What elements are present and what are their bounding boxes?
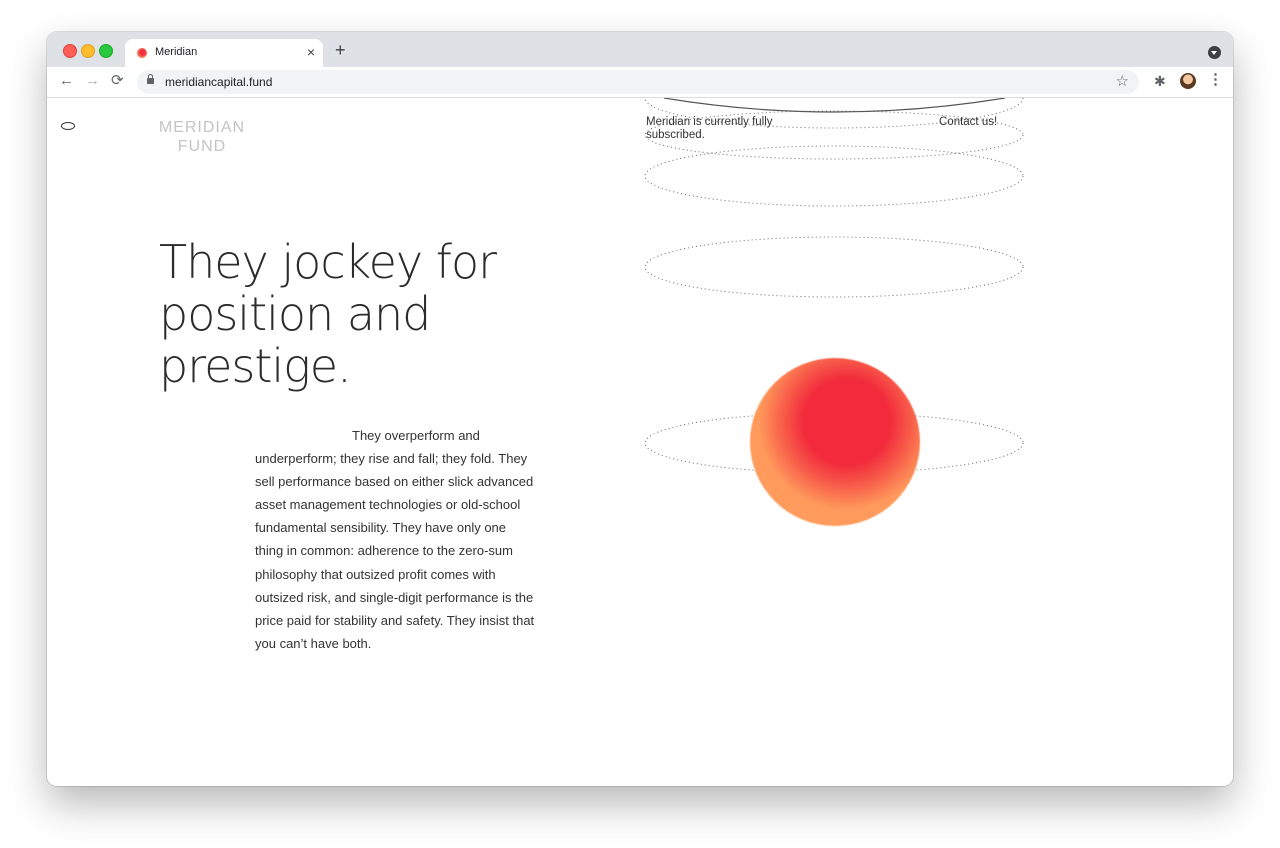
browser-toolbar: ← → ⟳ meridiancapital.fund ☆ ✱ ⋮	[47, 67, 1233, 98]
hero-headline: They jockey for position and prestige.	[159, 235, 497, 393]
browser-menu-icon[interactable]: ⋮	[1208, 71, 1223, 89]
orbit-ring-3	[644, 145, 1024, 207]
close-window-button[interactable]	[63, 44, 77, 58]
new-tab-button[interactable]: +	[335, 41, 346, 59]
browser-window: Meridian × + ← → ⟳ meridiancapital.fund …	[47, 32, 1233, 786]
extensions-puzzle-icon[interactable]: ✱	[1154, 72, 1166, 90]
bookmark-star-icon[interactable]: ☆	[1116, 73, 1129, 91]
minimize-window-button[interactable]	[81, 44, 95, 58]
page-content: MERIDIAN FUND Meridian is currently full…	[47, 98, 1233, 786]
tab-search-icon[interactable]	[1208, 46, 1221, 59]
forward-button[interactable]: →	[85, 72, 100, 90]
tab-title: Meridian	[155, 46, 198, 58]
orbit-top-arc	[663, 98, 1006, 113]
intro-paragraph: They overperform and underperform; they …	[255, 428, 535, 651]
orbit-rings	[644, 98, 1024, 474]
subscription-notice: Meridian is currently fully subscribed.	[646, 116, 773, 141]
planet-gradient-orb	[750, 358, 920, 526]
profile-avatar[interactable]	[1180, 73, 1196, 89]
tab-meridian[interactable]: Meridian ×	[125, 39, 323, 67]
lock-icon[interactable]	[147, 74, 154, 84]
reload-button[interactable]: ⟳	[111, 72, 124, 90]
favicon-icon	[137, 48, 147, 58]
close-tab-icon[interactable]: ×	[307, 44, 315, 60]
site-logo[interactable]: MERIDIAN FUND	[147, 118, 257, 156]
menu-ellipse-icon[interactable]	[61, 122, 75, 130]
tab-strip: Meridian × +	[47, 32, 1233, 67]
address-bar[interactable]: meridiancapital.fund ☆	[137, 70, 1139, 94]
orbit-ring-4	[644, 236, 1024, 298]
maximize-window-button[interactable]	[99, 44, 113, 58]
url-text[interactable]: meridiancapital.fund	[165, 75, 272, 89]
back-button[interactable]: ←	[59, 72, 74, 90]
contact-link[interactable]: Contact us!	[939, 116, 997, 128]
